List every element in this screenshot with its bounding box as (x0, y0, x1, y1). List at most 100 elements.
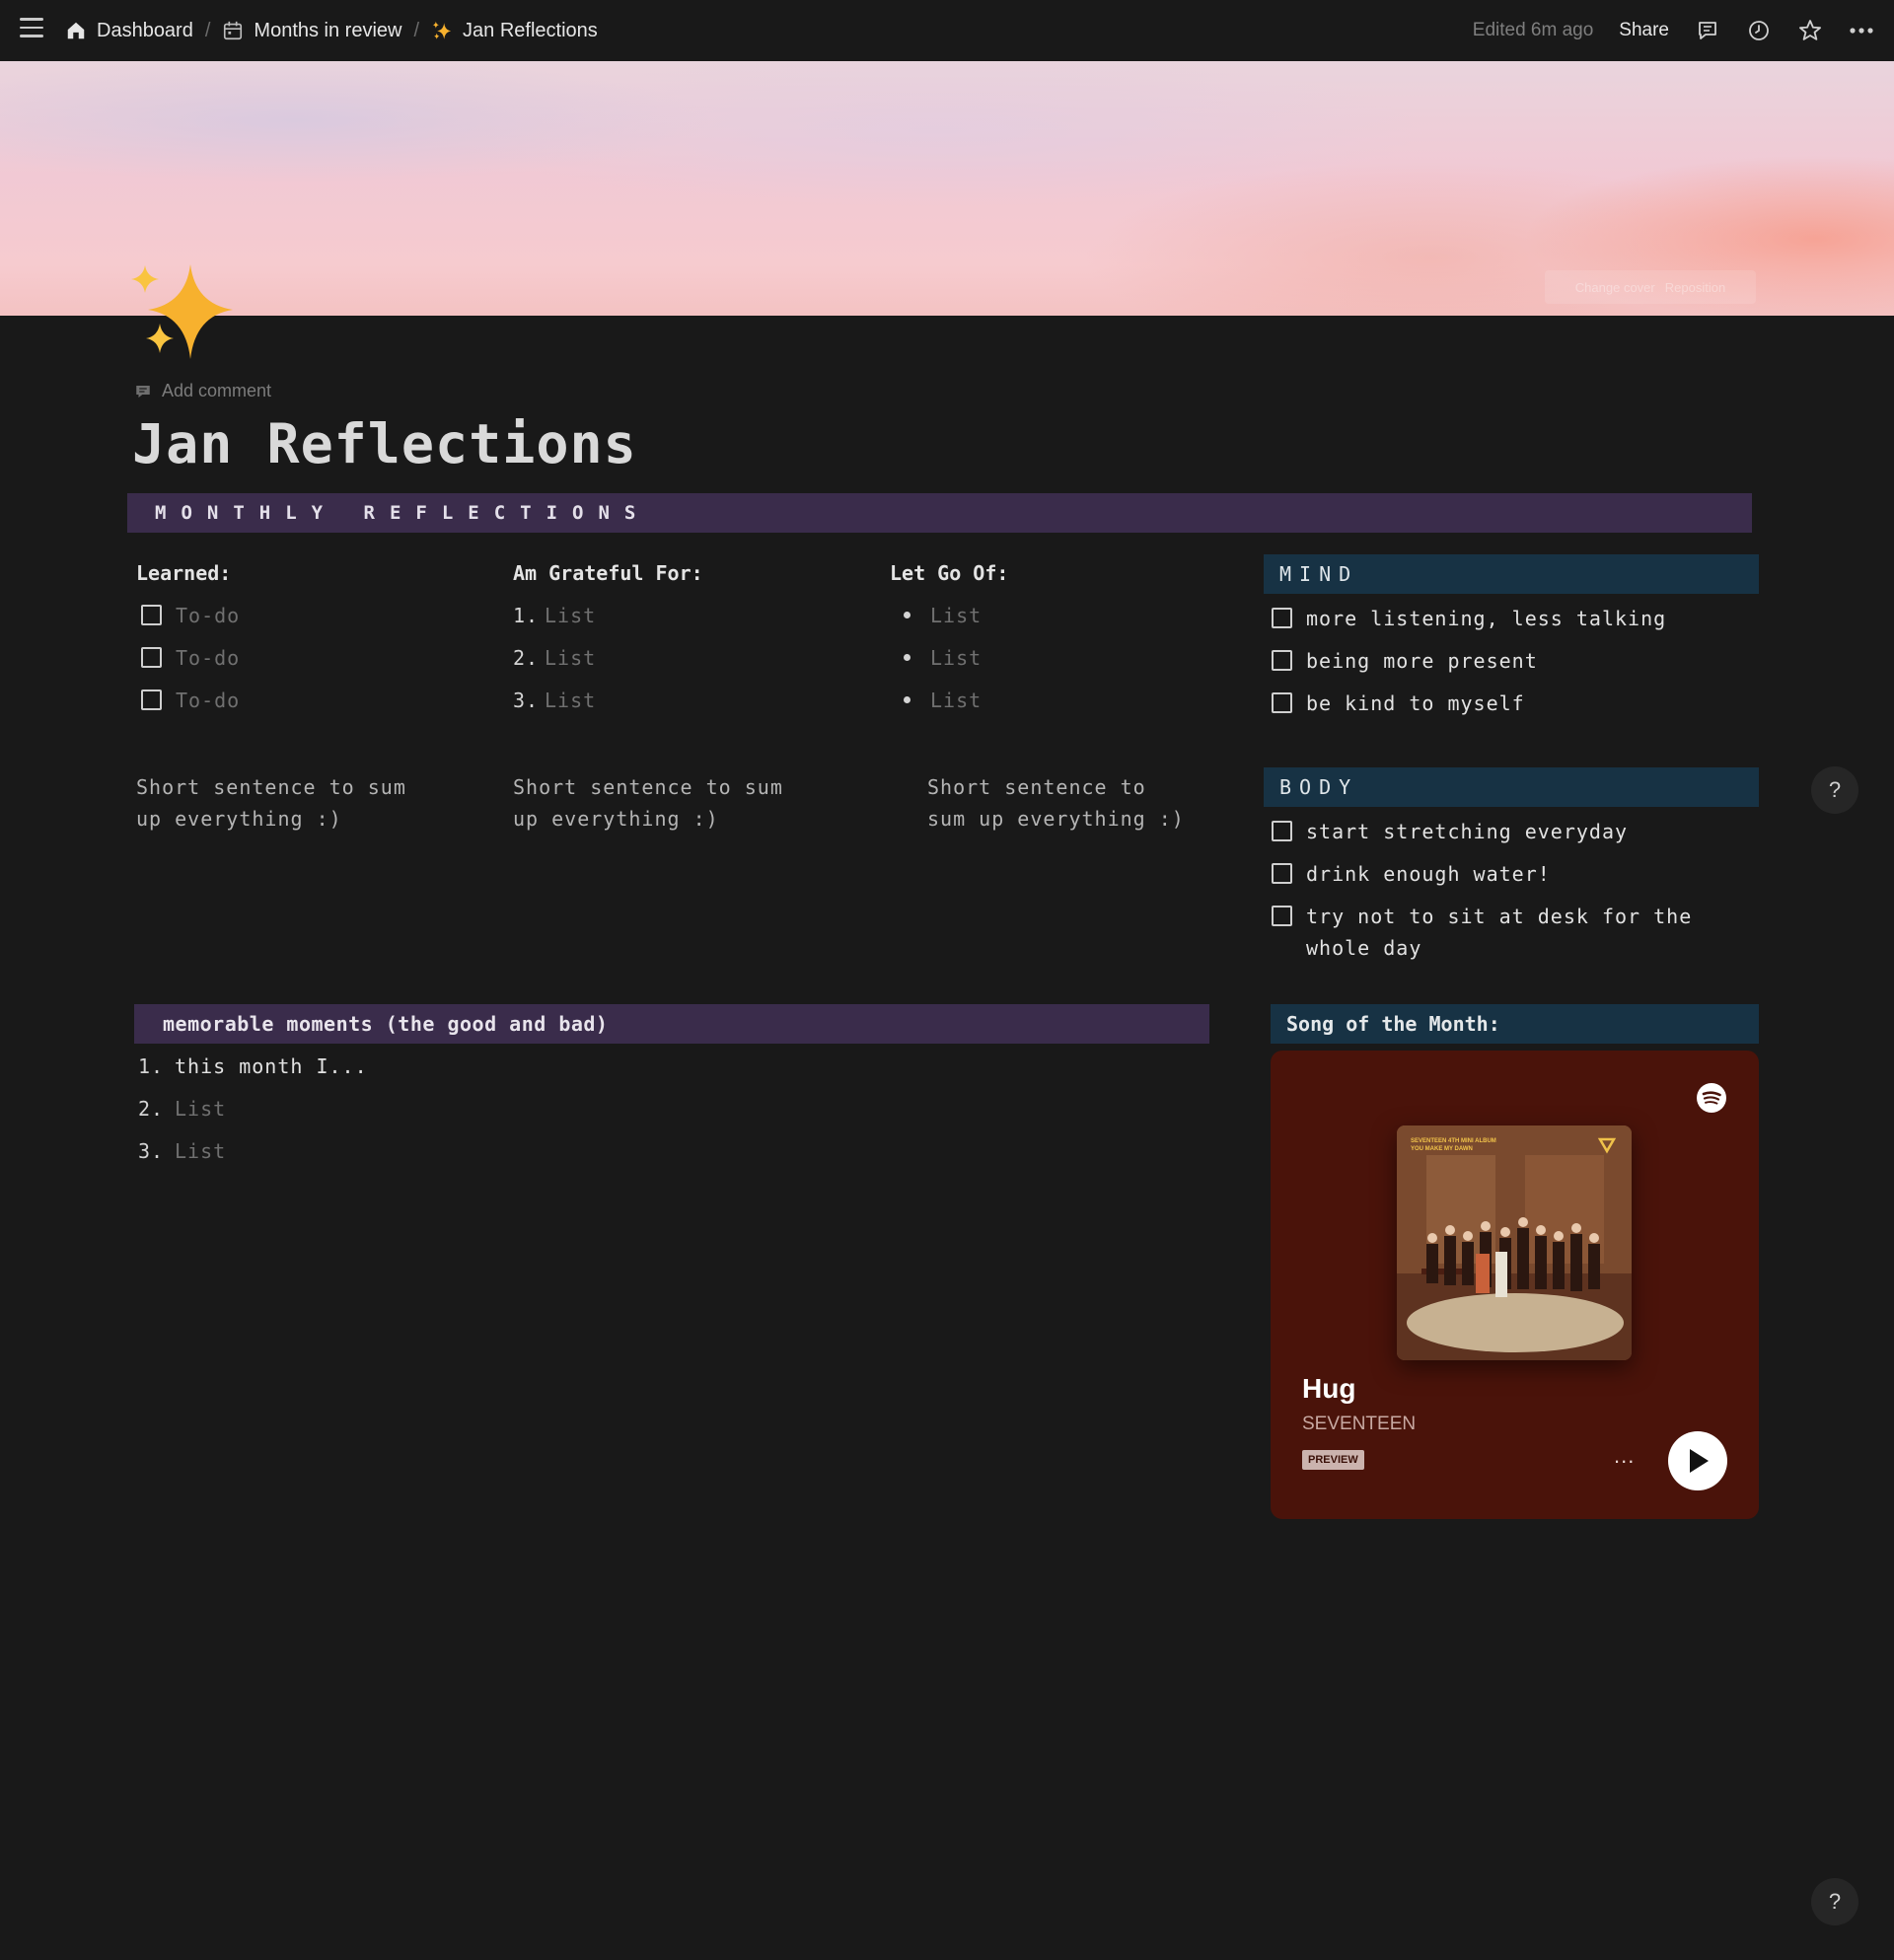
todo-item[interactable]: To-do (136, 594, 491, 636)
list-item[interactable]: 2. List (513, 636, 868, 679)
bullet-dot (904, 654, 911, 661)
learned-column: Learned: To-do To-do To-do (136, 552, 491, 721)
checkbox[interactable] (1272, 906, 1292, 926)
reposition-button[interactable]: Reposition (1665, 280, 1725, 295)
todo-item[interactable]: start stretching everyday (1264, 810, 1727, 852)
list-number: 3. (138, 1138, 165, 1163)
checkbox[interactable] (1272, 608, 1292, 628)
list-number: 1. (138, 1053, 165, 1078)
checkbox[interactable] (141, 690, 162, 710)
list-number: 1. (513, 603, 540, 627)
list-item[interactable]: 1. this month I... (138, 1045, 368, 1087)
memorable-moments-heading: memorable moments (the good and bad) (134, 1004, 1209, 1044)
breadcrumb-jan-reflections[interactable]: Jan Reflections (431, 20, 598, 42)
memorable-list: 1. this month I... 2. List 3. List (138, 1045, 368, 1172)
top-bar: Dashboard / Months in review / Jan Refle… (0, 0, 1894, 61)
todo-text[interactable]: being more present (1306, 645, 1538, 677)
mind-heading: MIND (1264, 554, 1759, 594)
todo-placeholder[interactable]: To-do (176, 604, 240, 627)
list-item[interactable]: 1. List (513, 594, 868, 636)
list-item[interactable]: 2. List (138, 1087, 368, 1129)
let-go-heading: Let Go Of: (890, 561, 1009, 585)
learned-heading: Learned: (136, 561, 232, 585)
spotify-embed[interactable]: SEVENTEEN 4TH MINI ALBUM YOU MAKE MY DAW… (1271, 1051, 1759, 1519)
help-button[interactable]: ? (1811, 1878, 1858, 1925)
song-more-options-button[interactable]: ... (1614, 1443, 1635, 1469)
add-comment-label: Add comment (162, 381, 272, 400)
song-of-month-heading: Song of the Month: (1271, 1004, 1759, 1044)
grateful-summary[interactable]: Short sentence to sum up everything :) (513, 771, 783, 835)
todo-item[interactable]: be kind to myself (1264, 682, 1777, 724)
checkbox[interactable] (1272, 821, 1292, 841)
let-go-column: Let Go Of: List List List (890, 552, 1245, 721)
sidebar-menu-icon[interactable] (20, 18, 43, 39)
page-title[interactable]: Jan Reflections (132, 412, 637, 475)
song-artist[interactable]: SEVENTEEN (1302, 1414, 1416, 1435)
list-item[interactable]: 3. List (513, 679, 868, 721)
bullet-placeholder[interactable]: List (930, 604, 982, 627)
preview-badge: PREVIEW (1302, 1450, 1364, 1470)
todo-item[interactable]: being more present (1264, 639, 1777, 682)
sparkles-icon[interactable] (130, 260, 237, 363)
favorite-star-icon[interactable] (1797, 18, 1823, 43)
spotify-logo-icon[interactable] (1696, 1082, 1727, 1114)
todo-text[interactable]: more listening, less talking (1306, 603, 1666, 634)
list-placeholder[interactable]: List (545, 646, 596, 670)
bullet-placeholder[interactable]: List (930, 689, 982, 712)
breadcrumb-dashboard[interactable]: Dashboard (65, 20, 193, 42)
breadcrumb-label: Months in review (254, 19, 402, 41)
list-placeholder[interactable]: List (175, 1139, 226, 1163)
bullet-item[interactable]: List (890, 594, 1245, 636)
breadcrumb-label: Jan Reflections (463, 19, 598, 41)
todo-text[interactable]: try not to sit at desk for the whole day (1306, 901, 1727, 964)
todo-placeholder[interactable]: To-do (176, 646, 240, 670)
list-item[interactable]: 3. List (138, 1129, 368, 1172)
checkbox[interactable] (141, 647, 162, 668)
bullet-placeholder[interactable]: List (930, 646, 982, 670)
todo-text[interactable]: start stretching everyday (1306, 816, 1628, 847)
list-placeholder[interactable]: List (175, 1097, 226, 1121)
summary-line: sum up everything :) (927, 807, 1185, 831)
share-button[interactable]: Share (1619, 20, 1669, 41)
body-heading: BODY (1264, 767, 1759, 807)
todo-item[interactable]: try not to sit at desk for the whole day (1264, 895, 1727, 969)
list-text[interactable]: this month I... (175, 1054, 368, 1078)
history-clock-icon[interactable] (1746, 18, 1772, 43)
todo-text[interactable]: drink enough water! (1306, 858, 1551, 890)
checkbox[interactable] (141, 605, 162, 625)
album-cover[interactable]: SEVENTEEN 4TH MINI ALBUM YOU MAKE MY DAW… (1397, 1125, 1632, 1360)
song-title[interactable]: Hug (1302, 1373, 1355, 1405)
help-button[interactable]: ? (1811, 766, 1858, 814)
more-options-icon[interactable] (1849, 18, 1874, 43)
list-placeholder[interactable]: List (545, 689, 596, 712)
todo-item[interactable]: more listening, less talking (1264, 597, 1777, 639)
mind-list: more listening, less talking being more … (1264, 597, 1777, 724)
learned-summary[interactable]: Short sentence to sum up everything :) (136, 771, 406, 835)
checkbox[interactable] (1272, 692, 1292, 713)
grateful-column: Am Grateful For: 1. List 2. List 3. List (513, 552, 868, 721)
bullet-dot (904, 696, 911, 703)
let-go-summary[interactable]: Short sentence to sum up everything :) (927, 771, 1185, 835)
todo-item[interactable]: drink enough water! (1264, 852, 1727, 895)
breadcrumb-separator: / (204, 19, 211, 41)
checkbox[interactable] (1272, 650, 1292, 671)
change-cover-button[interactable]: Change cover (1575, 280, 1655, 295)
todo-placeholder[interactable]: To-do (176, 689, 240, 712)
album-art-illustration (1397, 1125, 1632, 1360)
body-list: start stretching everyday drink enough w… (1264, 810, 1727, 969)
cover-controls[interactable]: Change cover Reposition (1545, 270, 1756, 304)
summary-line: Short sentence to sum (136, 775, 406, 799)
bullet-item[interactable]: List (890, 679, 1245, 721)
play-button[interactable] (1668, 1431, 1727, 1490)
list-placeholder[interactable]: List (545, 604, 596, 627)
summary-line: up everything :) (513, 807, 719, 831)
todo-item[interactable]: To-do (136, 679, 491, 721)
todo-item[interactable]: To-do (136, 636, 491, 679)
comments-icon[interactable] (1695, 18, 1720, 43)
sparkles-icon (432, 21, 452, 39)
todo-text[interactable]: be kind to myself (1306, 688, 1525, 719)
bullet-item[interactable]: List (890, 636, 1245, 679)
breadcrumb-months-in-review[interactable]: Months in review (222, 20, 401, 42)
add-comment-button[interactable]: Add comment (134, 381, 271, 401)
checkbox[interactable] (1272, 863, 1292, 884)
